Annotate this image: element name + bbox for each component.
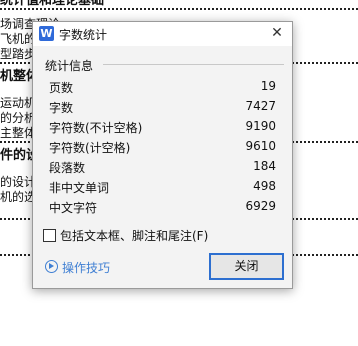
word-count-dialog: W 字数统计 ✕ 统计信息 页数 19 字数 7427 字符数(不计空格) 91… <box>32 21 293 289</box>
stat-label: 字符数(不计空格) <box>49 121 143 135</box>
doc-text-line: 主整体 <box>0 126 37 140</box>
stat-value: 9190 <box>245 119 276 133</box>
doc-text-line: 运动机 <box>0 96 37 110</box>
stat-label: 字符数(计空格) <box>49 141 131 155</box>
doc-text-line: 的分析 <box>0 111 37 125</box>
stat-label: 字数 <box>49 101 74 115</box>
stat-value: 498 <box>253 179 276 193</box>
close-icon[interactable]: ✕ <box>268 24 286 42</box>
include-textbox-label[interactable]: 包括文本框、脚注和尾注(F) <box>60 227 208 244</box>
close-button[interactable]: 关闭 <box>209 253 284 280</box>
stat-row-chars-no-spaces: 字符数(不计空格) 9190 <box>49 119 276 138</box>
include-textbox-checkbox[interactable] <box>43 229 56 242</box>
group-title: 统计信息 <box>45 57 98 74</box>
stat-value: 9610 <box>245 139 276 153</box>
dialog-titlebar: W 字数统计 ✕ <box>33 22 292 46</box>
play-circle-icon[interactable] <box>45 260 58 273</box>
stat-value: 6929 <box>245 199 276 213</box>
stat-label: 段落数 <box>49 161 86 175</box>
stat-row-chinese-chars: 中文字符 6929 <box>49 199 276 218</box>
stat-value: 7427 <box>245 99 276 113</box>
doc-dotted-rule <box>0 8 358 10</box>
tips-link[interactable]: 操作技巧 <box>62 259 110 276</box>
stat-label: 中文字符 <box>49 201 98 215</box>
dialog-title: 字数统计 <box>59 28 108 42</box>
stat-label: 非中文单词 <box>49 181 110 195</box>
stat-row-pages: 页数 19 <box>49 79 276 98</box>
stat-row-non-chinese-words: 非中文单词 498 <box>49 179 276 198</box>
stat-value: 19 <box>260 79 276 93</box>
doc-heading: 统计值和理论基础 <box>0 0 105 8</box>
stat-value: 184 <box>253 159 276 173</box>
stat-row-chars-with-spaces: 字符数(计空格) 9610 <box>49 139 276 158</box>
stat-row-paragraphs: 段落数 184 <box>49 159 276 178</box>
group-divider <box>103 64 284 65</box>
doc-text-line: 的设计 <box>0 175 37 189</box>
stat-row-words: 字数 7427 <box>49 99 276 118</box>
stat-label: 页数 <box>49 81 74 95</box>
wps-writer-icon: W <box>39 26 54 41</box>
